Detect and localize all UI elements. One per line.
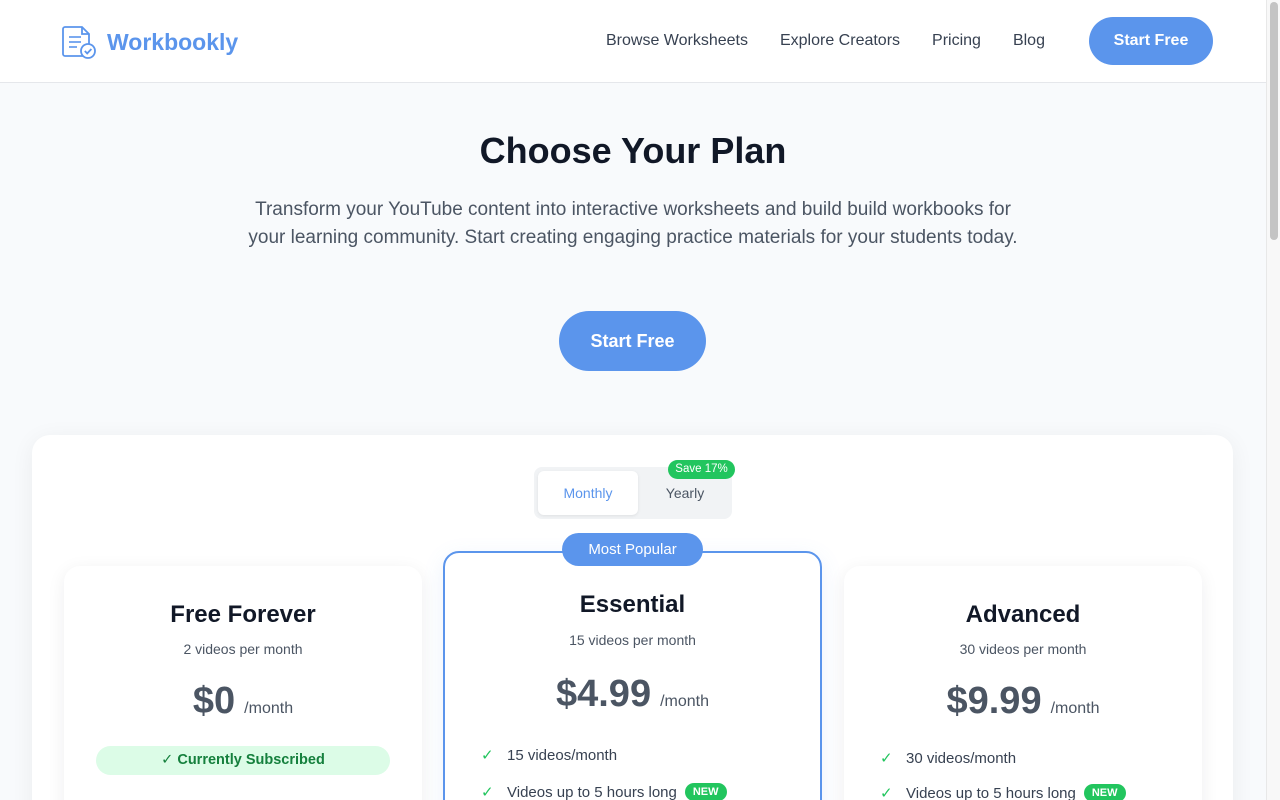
plan-price: $0 [192, 680, 236, 722]
feature-text: Videos up to 5 hours long [906, 784, 1076, 800]
plan-price: $4.99 [555, 673, 652, 715]
brand-logo[interactable]: Workbookly [61, 24, 238, 60]
brand-name: Workbookly [107, 28, 239, 55]
feature-item: ✓ Videos up to 5 hours long NEW [481, 783, 727, 800]
feature-item: ✓ 30 videos/month [880, 749, 1017, 768]
check-icon: ✓ [481, 784, 494, 800]
save-badge: Save 17% [668, 460, 735, 479]
header-start-free-button[interactable]: Start Free [1089, 17, 1213, 65]
check-icon: ✓ [481, 747, 494, 764]
nav-blog[interactable]: Blog [1013, 32, 1045, 50]
plan-price-row: $0 /month [64, 680, 422, 723]
feature-text: Videos up to 5 hours long [507, 783, 677, 800]
check-icon: ✓ [880, 750, 893, 767]
plan-title: Essential [579, 591, 686, 618]
plan-subtitle: 2 videos per month [183, 641, 303, 657]
plan-card-essential: Essential 15 videos per month $4.99 /mon… [443, 551, 822, 800]
feature-text: 30 videos/month [906, 749, 1017, 767]
plan-period: /month [1050, 700, 1100, 717]
nav-pricing[interactable]: Pricing [932, 32, 981, 50]
page-title: Choose Your Plan [479, 130, 787, 171]
page-scrollbar[interactable] [1266, 0, 1280, 800]
nav-browse-worksheets[interactable]: Browse Worksheets [606, 32, 748, 50]
plan-title: Advanced [965, 601, 1081, 628]
hero-start-free-button[interactable]: Start Free [559, 311, 706, 371]
plan-card-advanced: Advanced 30 videos per month $9.99 /mont… [844, 566, 1202, 800]
billing-monthly-option[interactable]: Monthly [538, 471, 638, 515]
plan-price-row: $4.99 /month [445, 673, 820, 716]
check-icon: ✓ [880, 785, 893, 800]
plan-subtitle: 30 videos per month [959, 641, 1087, 657]
nav-explore-creators[interactable]: Explore Creators [780, 32, 900, 50]
new-badge: NEW [1083, 784, 1126, 800]
plan-price: $9.99 [946, 680, 1042, 722]
plan-title: Free Forever [170, 601, 316, 628]
feature-text: 15 videos/month [507, 746, 618, 764]
status-badge: ✓ Currently Subscribed [96, 746, 390, 775]
page-subtitle: Transform your YouTube content into inte… [248, 199, 1018, 248]
plan-price-row: $9.99 /month [844, 680, 1202, 723]
most-popular-badge: Most Popular [562, 533, 703, 566]
main-nav: Browse Worksheets Explore Creators Prici… [606, 32, 1045, 50]
scrollbar-thumb[interactable] [1270, 2, 1278, 240]
feature-item: ✓ 15 videos/month [481, 746, 618, 765]
plan-card-free: Free Forever 2 videos per month $0 /mont… [64, 566, 422, 800]
plan-period: /month [660, 693, 709, 710]
document-check-icon [62, 26, 96, 59]
new-badge: NEW [684, 783, 727, 800]
plan-period: /month [244, 700, 294, 717]
plan-subtitle: 15 videos per month [569, 632, 696, 648]
feature-item: ✓ Videos up to 5 hours long NEW [880, 784, 1126, 800]
site-header: Workbookly Browse Worksheets Explore Cre… [0, 0, 1266, 83]
